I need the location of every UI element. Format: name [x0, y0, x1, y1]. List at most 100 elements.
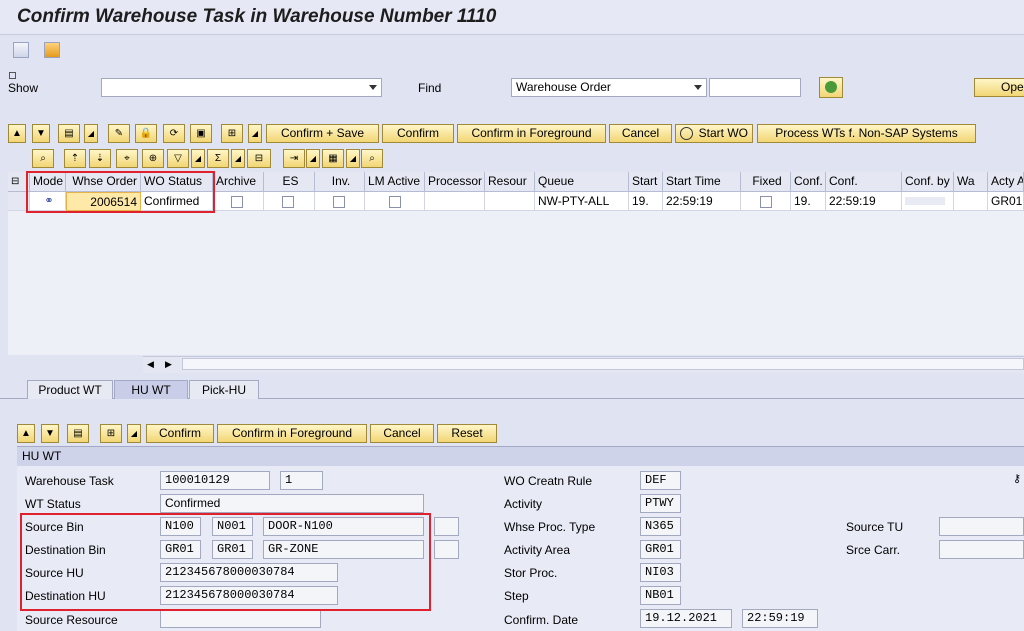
step-field[interactable]: NB01 — [640, 586, 681, 605]
menu-arrow-icon[interactable]: ◢ — [346, 149, 360, 168]
col-conf-time[interactable]: Conf. — [826, 172, 902, 192]
activity-field[interactable]: PTWY — [640, 494, 681, 513]
lm-active-checkbox[interactable] — [389, 196, 401, 208]
es-checkbox[interactable] — [282, 196, 294, 208]
whse-proc-type-field[interactable]: N365 — [640, 517, 681, 536]
find-select[interactable]: Warehouse Order — [511, 78, 707, 97]
col-processor[interactable]: Processor — [425, 172, 485, 192]
source-tu-field[interactable] — [939, 517, 1024, 536]
conf-time-cell: 22:59:19 — [826, 192, 902, 211]
find-input[interactable] — [709, 78, 801, 97]
menu-arrow-icon[interactable]: ◢ — [231, 149, 245, 168]
wo-creatn-rule-field[interactable]: DEF — [640, 471, 681, 490]
inv-checkbox[interactable] — [333, 196, 345, 208]
wt-status-field[interactable]: Confirmed — [160, 494, 424, 513]
search-icon[interactable]: ⌕ — [32, 149, 54, 168]
find-next-icon[interactable]: ⊕ — [142, 149, 164, 168]
source-bin-extra-field[interactable] — [434, 517, 459, 536]
confirm-save-button[interactable]: Confirm + Save — [266, 124, 379, 143]
menu-arrow-icon[interactable]: ◢ — [84, 124, 98, 143]
layout-icon[interactable]: ⊞ — [221, 124, 243, 143]
col-resource[interactable]: Resour — [485, 172, 535, 192]
dropdown-arrow-icon — [369, 85, 377, 90]
confirm-button[interactable]: Confirm — [382, 124, 454, 143]
col-inv[interactable]: Inv. — [315, 172, 365, 192]
confirm-date-field[interactable]: 19.12.2021 — [640, 609, 732, 628]
show-select[interactable] — [101, 78, 382, 97]
source-resource-label: Source Resource — [25, 613, 118, 627]
conf-date-cell: 19. — [791, 192, 826, 211]
fixed-checkbox[interactable] — [760, 196, 772, 208]
scroll-thumb[interactable] — [182, 358, 1024, 370]
scroll-right-icon[interactable]: ▶ — [165, 359, 172, 370]
col-fixed[interactable]: Fixed — [741, 172, 791, 192]
display-icon[interactable] — [13, 42, 29, 58]
detail-layout-icon[interactable]: ⊞ — [100, 424, 122, 443]
refresh-icon[interactable]: ⟳ — [163, 124, 185, 143]
clock-icon — [680, 127, 693, 140]
details-icon[interactable]: ▤ — [58, 124, 80, 143]
grid-empty-area — [8, 211, 1024, 355]
key-icon[interactable]: ⚷ — [1013, 472, 1021, 485]
col-queue[interactable]: Queue — [535, 172, 629, 192]
confirm-foreground-button[interactable]: Confirm in Foreground — [457, 124, 606, 143]
processor-cell — [425, 192, 485, 211]
dest-bin-extra-field[interactable] — [434, 540, 459, 559]
srce-carr-field[interactable] — [939, 540, 1024, 559]
menu-arrow-icon[interactable]: ◢ — [191, 149, 205, 168]
tab-pick-hu[interactable]: Pick-HU — [189, 380, 259, 399]
scroll-down-button[interactable]: ▼ — [32, 124, 50, 143]
stor-proc-field[interactable]: NI03 — [640, 563, 681, 582]
archive-checkbox[interactable] — [231, 196, 243, 208]
layout-grid-icon[interactable]: ▦ — [322, 149, 344, 168]
menu-arrow-icon[interactable]: ◢ — [306, 149, 320, 168]
tab-hu-wt[interactable]: HU WT — [114, 380, 188, 399]
source-resource-field[interactable] — [160, 609, 321, 628]
col-es[interactable]: ES — [264, 172, 315, 192]
sort-ascending-icon[interactable]: ⇡ — [64, 149, 86, 168]
tab-product-wt[interactable]: Product WT — [27, 380, 113, 399]
scroll-left-icon[interactable]: ◀ — [147, 359, 154, 370]
detail-cancel-button[interactable]: Cancel — [370, 424, 434, 443]
open-button[interactable]: Ope — [974, 78, 1024, 97]
col-start[interactable]: Start — [629, 172, 663, 192]
warehouse-task-item-field[interactable]: 1 — [280, 471, 323, 490]
start-wo-button[interactable]: Start WO — [675, 124, 753, 143]
activity-area-field[interactable]: GR01 — [640, 540, 681, 559]
detail-scroll-up-button[interactable]: ▲ — [17, 424, 35, 443]
scroll-up-button[interactable]: ▲ — [8, 124, 26, 143]
edit-pencil-icon[interactable]: ✎ — [108, 124, 130, 143]
detail-confirm-button[interactable]: Confirm — [146, 424, 214, 443]
warehouse-task-field[interactable]: 100010129 — [160, 471, 270, 490]
redacted-blur — [905, 197, 945, 205]
window-title: Confirm Warehouse Task in Warehouse Numb… — [17, 6, 497, 27]
detail-list-icon[interactable]: ▤ — [67, 424, 89, 443]
details-search-icon[interactable]: ⌕ — [361, 149, 383, 168]
col-archive[interactable]: Archive — [213, 172, 264, 192]
col-conf-by[interactable]: Conf. by — [902, 172, 954, 192]
execute-find-button[interactable] — [819, 77, 843, 98]
col-conf-date[interactable]: Conf. — [791, 172, 826, 192]
find-binoculars-icon[interactable]: ⌖ — [116, 149, 138, 168]
col-acty-area[interactable]: Acty A — [988, 172, 1024, 192]
detail-confirm-foreground-button[interactable]: Confirm in Foreground — [217, 424, 367, 443]
sort-descending-icon[interactable]: ⇣ — [89, 149, 111, 168]
col-wa[interactable]: Wa — [954, 172, 988, 192]
col-lm-active[interactable]: LM Active — [365, 172, 425, 192]
sum-icon[interactable]: Σ — [207, 149, 229, 168]
detail-reset-button[interactable]: Reset — [437, 424, 497, 443]
highlight-box-grid — [26, 171, 215, 213]
col-start-time[interactable]: Start Time — [663, 172, 741, 192]
confirm-time-field[interactable]: 22:59:19 — [742, 609, 818, 628]
detail-scroll-down-button[interactable]: ▼ — [41, 424, 59, 443]
save-icon[interactable]: ▣ — [190, 124, 212, 143]
export-icon[interactable]: ⇥ — [283, 149, 305, 168]
process-wts-button[interactable]: Process WTs f. Non-SAP Systems — [757, 124, 976, 143]
filter-icon[interactable]: ▽ — [167, 149, 189, 168]
subtotal-icon[interactable]: ⊟ — [247, 149, 271, 168]
menu-arrow-icon[interactable]: ◢ — [248, 124, 262, 143]
lock-icon[interactable]: 🔒 — [135, 124, 157, 143]
cancel-button[interactable]: Cancel — [609, 124, 672, 143]
transaction-icon[interactable] — [44, 42, 60, 58]
menu-arrow-icon[interactable]: ◢ — [127, 424, 141, 443]
